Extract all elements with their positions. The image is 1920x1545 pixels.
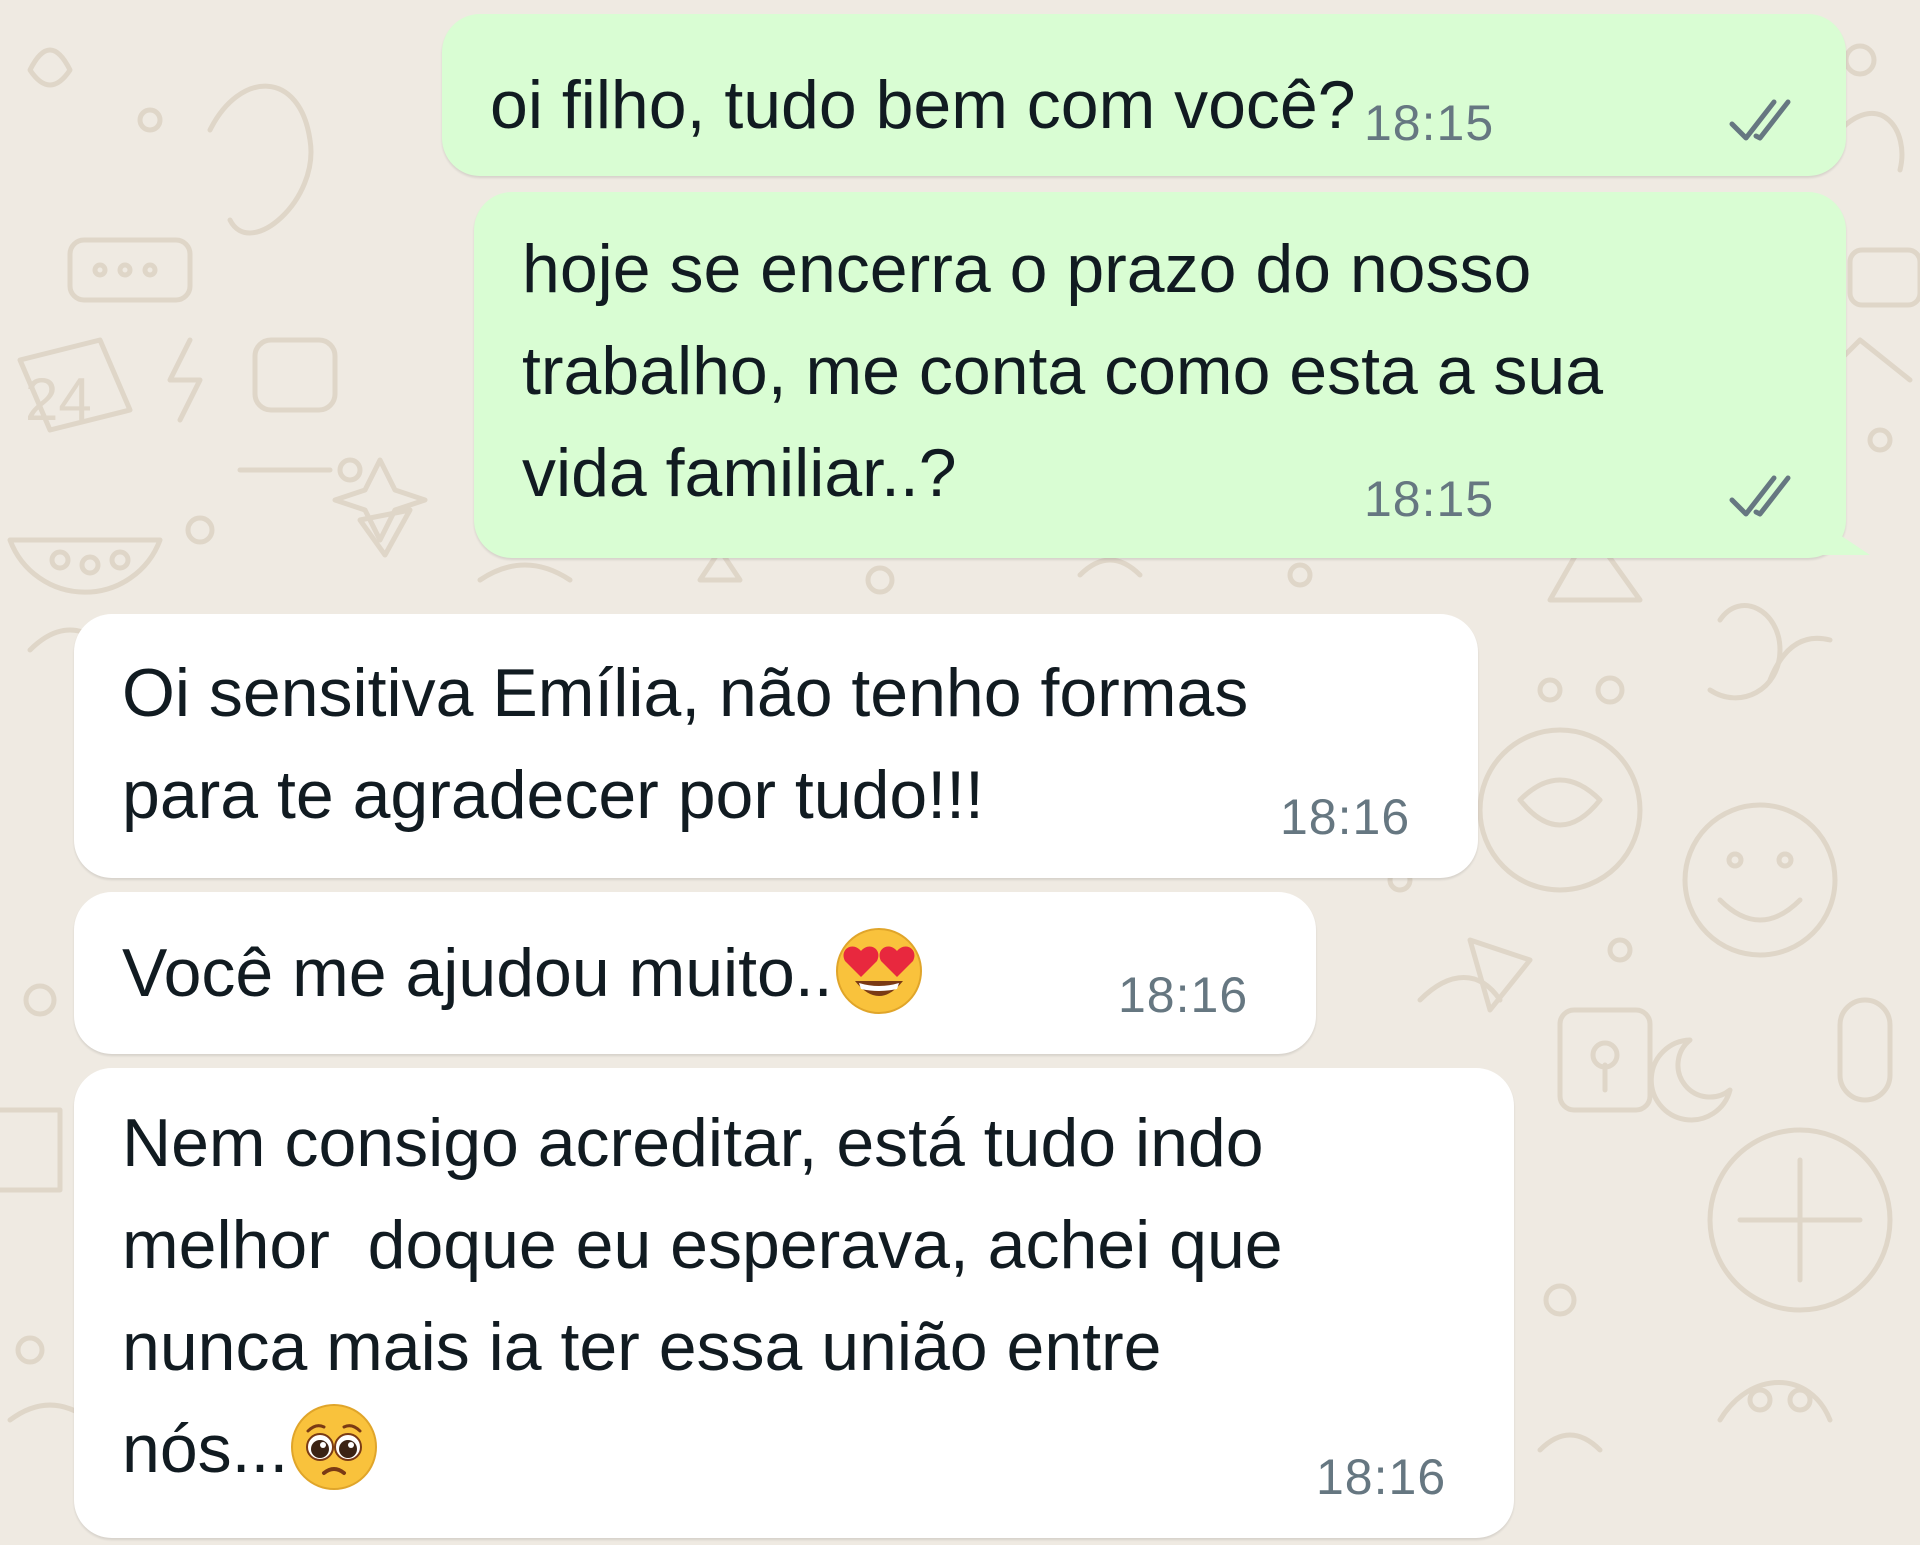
message-text-line: trabalho, me conta como esta a sua <box>522 333 1604 409</box>
message-text: oi filho, tudo bem com você? <box>490 67 1356 143</box>
incoming-message-bubble[interactable]: Você me ajudou muito.. 18:16 <box>74 892 1316 1054</box>
message-text-line: melhor doque eu esperava, achei que <box>122 1207 1283 1283</box>
message-time: 18:15 <box>1364 95 1495 151</box>
message-text-line: para te agradecer por tudo!!! <box>122 757 984 833</box>
message-text: nós... <box>122 1398 380 1500</box>
outgoing-message-bubble[interactable]: hoje se encerra o prazo do nosso trabalh… <box>474 192 1846 558</box>
message-text-line: nunca mais ia ter essa união entre <box>122 1309 1162 1385</box>
message-text-line: vida familiar..? <box>522 435 957 511</box>
message-time: 18:16 <box>1118 967 1249 1023</box>
message-text-content: Você me ajudou muito.. <box>122 935 833 1011</box>
double-check-icon <box>1729 99 1791 141</box>
message-time: 18:16 <box>1280 789 1411 845</box>
message-text-line: Oi sensitiva Emília, não tenho formas <box>122 655 1249 731</box>
incoming-message-bubble[interactable]: Oi sensitiva Emília, não tenho formas pa… <box>74 614 1478 878</box>
bubble-tail <box>1780 495 1870 555</box>
heart-eyes-emoji <box>835 928 922 1015</box>
message-time: 18:15 <box>1364 471 1495 527</box>
message-text-content: nós... <box>122 1411 289 1487</box>
message-text-line: Nem consigo acreditar, está tudo indo <box>122 1105 1264 1181</box>
pleading-face-emoji <box>291 1404 378 1491</box>
message-text: Você me ajudou muito.. <box>122 922 925 1024</box>
outgoing-message-bubble[interactable]: oi filho, tudo bem com você? 18:15 <box>442 14 1846 176</box>
message-text-line: hoje se encerra o prazo do nosso <box>522 231 1532 307</box>
message-time: 18:16 <box>1316 1449 1447 1505</box>
chat-area: oi filho, tudo bem com você? 18:15 hoje … <box>0 0 1920 1545</box>
incoming-message-bubble[interactable]: Nem consigo acreditar, está tudo indo me… <box>74 1068 1514 1538</box>
